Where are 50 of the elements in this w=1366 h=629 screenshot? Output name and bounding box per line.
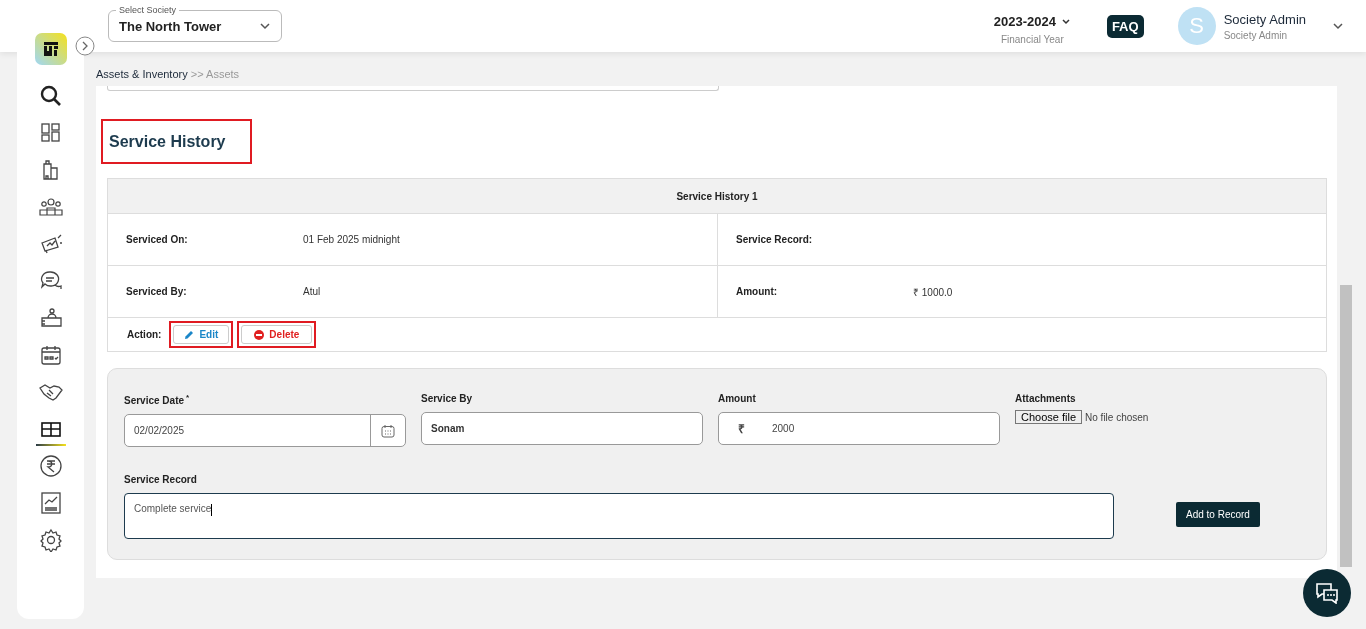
breadcrumb-current: >> Assets xyxy=(190,68,240,80)
chevron-down-icon[interactable] xyxy=(1332,22,1344,30)
minus-circle-icon xyxy=(254,329,265,340)
dashboard-icon[interactable] xyxy=(38,120,63,145)
required-mark: * xyxy=(186,393,190,402)
field-value: Atul xyxy=(303,286,321,297)
scrollbar-thumb[interactable] xyxy=(1340,285,1352,567)
search-icon[interactable] xyxy=(38,83,63,108)
chat-button[interactable] xyxy=(1303,569,1351,617)
field-label: Amount xyxy=(718,393,757,404)
add-to-record-button[interactable]: Add to Record xyxy=(1176,502,1260,528)
date-field[interactable]: 02/02/2025 xyxy=(124,414,406,448)
field-value: 01 Feb 2025 midnight xyxy=(303,234,400,245)
settings-icon[interactable] xyxy=(38,527,63,552)
section-title: Service History xyxy=(109,133,226,151)
amount-field[interactable]: ₹ 2000 xyxy=(718,412,1000,445)
user-name: Society Admin xyxy=(1223,11,1306,27)
field-label: Service Record xyxy=(124,474,198,486)
action-label: Action: xyxy=(127,329,162,340)
chat-icon xyxy=(1315,582,1339,604)
file-status: No file chosen xyxy=(1085,411,1149,423)
field-label: Service Date $^{*}$ xyxy=(124,393,191,407)
reception-icon[interactable] xyxy=(38,305,63,330)
active-indicator xyxy=(35,444,66,446)
text-area[interactable]: Complete service xyxy=(124,493,1114,540)
financial-year-label: Financial Year xyxy=(1000,33,1064,45)
chevron-down-icon[interactable] xyxy=(1060,17,1071,25)
financial-year-value[interactable]: 2023-2024 xyxy=(993,13,1056,29)
edit-button[interactable]: Edit xyxy=(173,325,230,344)
delete-button[interactable]: Delete xyxy=(241,325,313,344)
field-label: Attachments xyxy=(1015,393,1077,404)
choose-file-button[interactable]: Choose file xyxy=(1015,410,1083,424)
field-label: Service Record: xyxy=(735,234,814,245)
field-value: ₹ 1000.0 xyxy=(913,285,953,299)
calendar-icon[interactable] xyxy=(381,423,395,438)
logo-icon xyxy=(34,33,67,65)
rupee-icon[interactable] xyxy=(38,453,63,478)
input-field[interactable]: Sonam xyxy=(421,412,703,445)
table-title: Service History 1 xyxy=(676,190,758,202)
field-label: Serviced On: xyxy=(125,234,189,245)
expand-icon[interactable] xyxy=(75,36,95,56)
field-label: Amount: xyxy=(735,286,779,297)
chevron-down-icon xyxy=(259,22,271,30)
pencil-icon xyxy=(184,329,195,340)
field-label: Service By xyxy=(421,393,474,404)
report-icon[interactable] xyxy=(38,490,63,515)
user-role: Society Admin xyxy=(1223,29,1288,41)
breadcrumb-link[interactable]: Assets & Inventory xyxy=(96,68,188,80)
faq-button[interactable]: FAQ xyxy=(1106,14,1144,38)
field-label: Serviced By: xyxy=(125,286,188,297)
